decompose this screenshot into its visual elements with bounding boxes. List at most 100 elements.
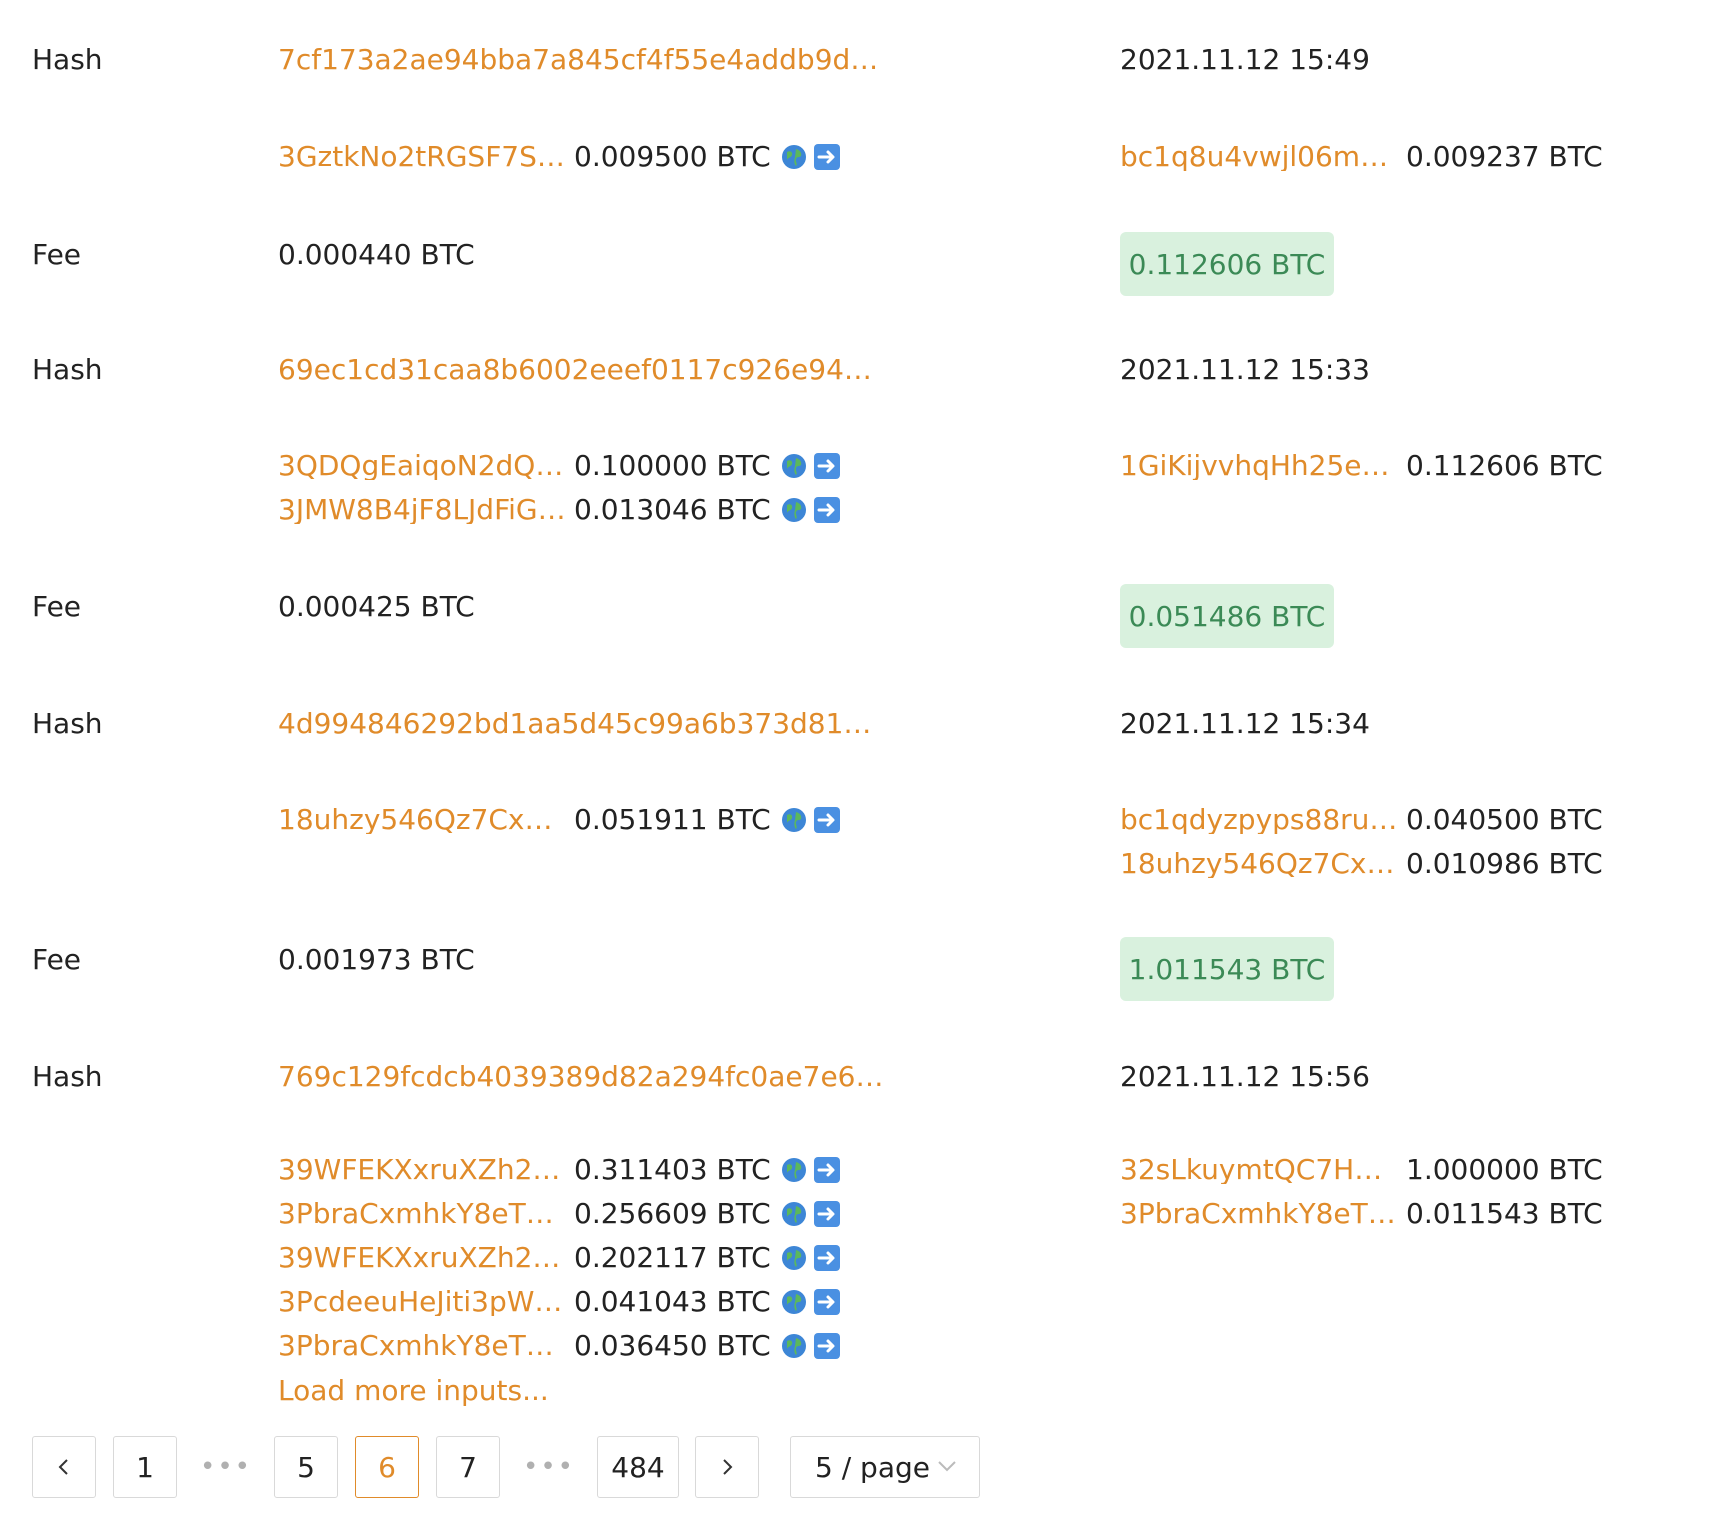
tx-input-row: 3PbraCxmhkY8eT2Y… 0.036450 BTC: [278, 1326, 841, 1366]
arrow-right-icon[interactable]: [813, 1200, 841, 1228]
input-address-link[interactable]: 18uhzy546Qz7CxR…: [278, 806, 568, 834]
output-amount: 0.010986 BTC: [1406, 847, 1603, 880]
hash-label: Hash: [32, 1060, 103, 1093]
chevron-right-icon: [723, 1459, 733, 1475]
tx-output-row: bc1q8u4vwjl06mcp… 0.009237 BTC: [1120, 137, 1603, 177]
tx-output-row: 18uhzy546Qz7CxR… 0.010986 BTC: [1120, 844, 1603, 884]
output-amount: 1.000000 BTC: [1406, 1153, 1603, 1186]
tx-hash-link[interactable]: 4d994846292bd1aa5d45c99a6b373d81…: [278, 710, 871, 738]
globe-icon[interactable]: [781, 1289, 807, 1315]
tx-total-badge: 1.011543 BTC: [1120, 937, 1334, 1001]
tx-output-row: 32sLkuymtQC7HRE… 1.000000 BTC: [1120, 1150, 1603, 1190]
tx-date: 2021.11.12 15:49: [1120, 43, 1370, 76]
output-address-link[interactable]: 18uhzy546Qz7CxR…: [1120, 850, 1400, 878]
page-7-button[interactable]: 7: [436, 1436, 500, 1498]
input-amount: 0.100000 BTC: [574, 449, 771, 482]
page-484-button[interactable]: 484: [597, 1436, 679, 1498]
globe-icon[interactable]: [781, 144, 807, 170]
tx-date: 2021.11.12 15:34: [1120, 707, 1370, 740]
output-address-link[interactable]: bc1q8u4vwjl06mcp…: [1120, 143, 1400, 171]
arrow-right-icon[interactable]: [813, 452, 841, 480]
input-address-link[interactable]: 3PbraCxmhkY8eT2Y…: [278, 1332, 568, 1360]
output-amount: 0.009237 BTC: [1406, 140, 1603, 173]
input-amount: 0.041043 BTC: [574, 1285, 771, 1318]
tx-input-row: 3QDQgEaiqoN2dQu… 0.100000 BTC: [278, 446, 841, 486]
input-address-link[interactable]: 39WFEKXxruXZh2G…: [278, 1244, 568, 1272]
tx-fee: 0.000440 BTC: [278, 238, 475, 271]
page-ellipsis[interactable]: •••: [518, 1436, 580, 1498]
input-amount: 0.311403 BTC: [574, 1153, 771, 1186]
tx-hash-link[interactable]: 69ec1cd31caa8b6002eeef0117c926e94…: [278, 356, 872, 384]
fee-label: Fee: [32, 590, 82, 623]
prev-page-button[interactable]: [32, 1436, 96, 1498]
input-address-link[interactable]: 3QDQgEaiqoN2dQu…: [278, 452, 568, 480]
output-amount: 0.040500 BTC: [1406, 803, 1603, 836]
page-5-button[interactable]: 5: [274, 1436, 338, 1498]
arrow-right-icon[interactable]: [813, 1332, 841, 1360]
globe-icon[interactable]: [781, 1245, 807, 1271]
tx-fee: 0.001973 BTC: [278, 943, 475, 976]
chevron-left-icon: [58, 1459, 68, 1475]
page-size-select[interactable]: 5 / page: [790, 1436, 980, 1498]
globe-icon[interactable]: [781, 1157, 807, 1183]
page-ellipsis[interactable]: •••: [195, 1436, 257, 1498]
globe-icon[interactable]: [781, 497, 807, 523]
input-address-link[interactable]: 3PcdeeuHeJiti3pW6…: [278, 1288, 568, 1316]
output-address-link[interactable]: 3PbraCxmhkY8eT2Y…: [1120, 1200, 1400, 1228]
input-address-link[interactable]: 3JMW8B4jF8LJdFiG…: [278, 496, 568, 524]
globe-icon[interactable]: [781, 1333, 807, 1359]
globe-icon[interactable]: [781, 807, 807, 833]
arrow-right-icon[interactable]: [813, 143, 841, 171]
tx-input-row: 39WFEKXxruXZh2G… 0.311403 BTC: [278, 1150, 841, 1190]
input-address-link[interactable]: 3PbraCxmhkY8eT2Y…: [278, 1200, 568, 1228]
tx-output-row: bc1qdyzpyps88ruhg… 0.040500 BTC: [1120, 800, 1603, 840]
input-address-link[interactable]: 39WFEKXxruXZh2G…: [278, 1156, 568, 1184]
tx-hash-link[interactable]: 769c129fcdcb4039389d82a294fc0ae7e6…: [278, 1063, 884, 1091]
output-amount: 0.011543 BTC: [1406, 1197, 1603, 1230]
tx-total-badge: 0.112606 BTC: [1120, 232, 1334, 296]
transactions-list: Hash 7cf173a2ae94bba7a845cf4f55e4addb9d……: [0, 0, 1724, 1528]
input-amount: 0.013046 BTC: [574, 493, 771, 526]
hash-label: Hash: [32, 43, 103, 76]
tx-input-row: 3JMW8B4jF8LJdFiG… 0.013046 BTC: [278, 490, 841, 530]
hash-label: Hash: [32, 353, 103, 386]
tx-fee: 0.000425 BTC: [278, 590, 475, 623]
arrow-right-icon[interactable]: [813, 1244, 841, 1272]
output-amount: 0.112606 BTC: [1406, 449, 1603, 482]
input-amount: 0.051911 BTC: [574, 803, 771, 836]
tx-input-row: 3PbraCxmhkY8eT2Y… 0.256609 BTC: [278, 1194, 841, 1234]
output-address-link[interactable]: 32sLkuymtQC7HRE…: [1120, 1156, 1400, 1184]
next-page-button[interactable]: [695, 1436, 759, 1498]
chevron-down-icon: [938, 1461, 956, 1472]
load-more-inputs-link[interactable]: Load more inputs...: [278, 1374, 549, 1407]
tx-date: 2021.11.12 15:56: [1120, 1060, 1370, 1093]
tx-input-row: 18uhzy546Qz7CxR… 0.051911 BTC: [278, 800, 841, 840]
arrow-right-icon[interactable]: [813, 1288, 841, 1316]
arrow-right-icon[interactable]: [813, 806, 841, 834]
arrow-right-icon[interactable]: [813, 496, 841, 524]
input-amount: 0.036450 BTC: [574, 1329, 771, 1362]
page-6-button-current[interactable]: 6: [355, 1436, 419, 1498]
input-amount: 0.009500 BTC: [574, 140, 771, 173]
input-amount: 0.256609 BTC: [574, 1197, 771, 1230]
input-address-link[interactable]: 3GztkNo2tRGSF7Sx…: [278, 143, 568, 171]
output-address-link[interactable]: 1GiKijvvhqHh25eYY…: [1120, 452, 1400, 480]
tx-date: 2021.11.12 15:33: [1120, 353, 1370, 386]
arrow-right-icon[interactable]: [813, 1156, 841, 1184]
tx-hash-link[interactable]: 7cf173a2ae94bba7a845cf4f55e4addb9d…: [278, 46, 878, 74]
output-address-link[interactable]: bc1qdyzpyps88ruhg…: [1120, 806, 1400, 834]
page-size-value: 5 / page: [815, 1450, 930, 1484]
globe-icon[interactable]: [781, 453, 807, 479]
fee-label: Fee: [32, 943, 82, 976]
tx-input-row: 3GztkNo2tRGSF7Sx… 0.009500 BTC: [278, 137, 841, 177]
fee-label: Fee: [32, 238, 82, 271]
tx-input-row: 39WFEKXxruXZh2G… 0.202117 BTC: [278, 1238, 841, 1278]
globe-icon[interactable]: [781, 1201, 807, 1227]
tx-input-row: 3PcdeeuHeJiti3pW6… 0.041043 BTC: [278, 1282, 841, 1322]
page-1-button[interactable]: 1: [113, 1436, 177, 1498]
tx-output-row: 3PbraCxmhkY8eT2Y… 0.011543 BTC: [1120, 1194, 1603, 1234]
tx-output-row: 1GiKijvvhqHh25eYY… 0.112606 BTC: [1120, 446, 1603, 486]
hash-label: Hash: [32, 707, 103, 740]
tx-total-badge: 0.051486 BTC: [1120, 584, 1334, 648]
input-amount: 0.202117 BTC: [574, 1241, 771, 1274]
